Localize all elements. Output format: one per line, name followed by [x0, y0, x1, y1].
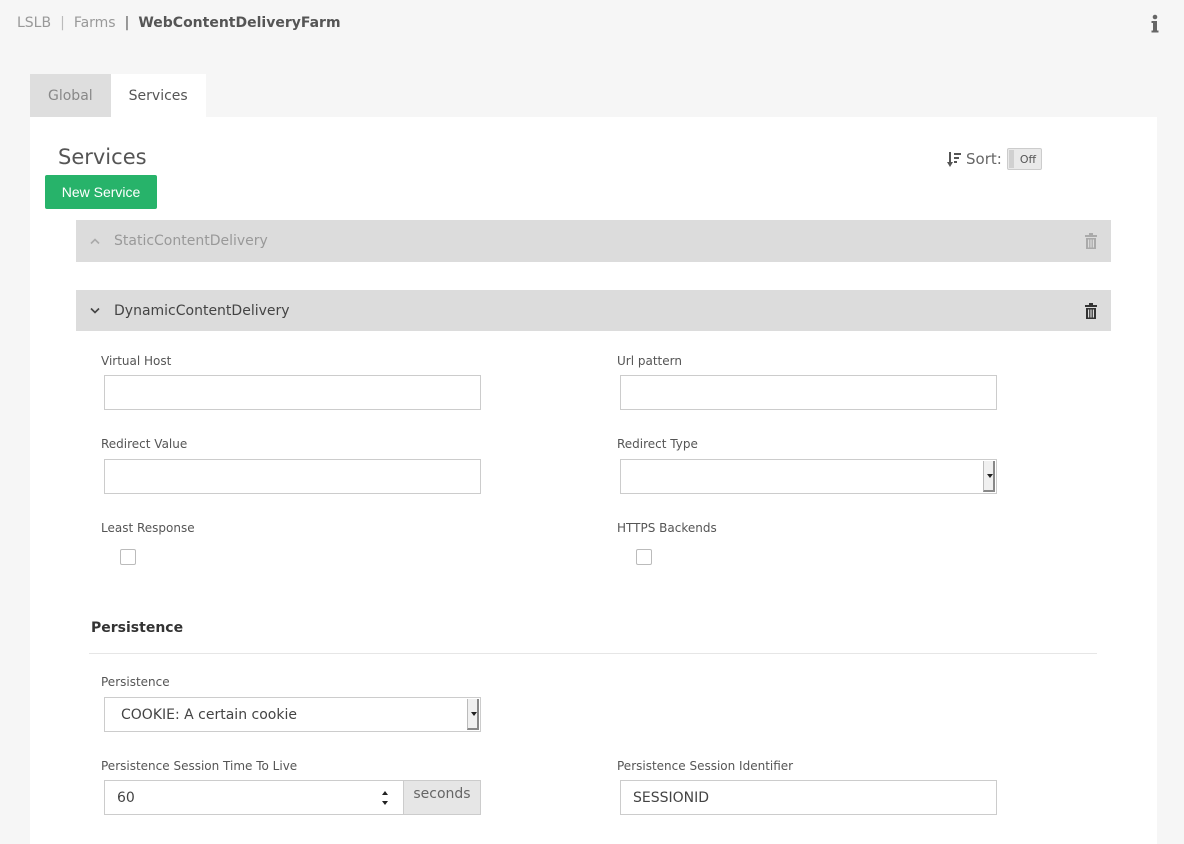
toggle-knob [1008, 150, 1014, 168]
redirect-type-label: Redirect Type [617, 437, 698, 451]
least-response-label: Least Response [101, 521, 195, 535]
persistence-value: COOKIE: A certain cookie [121, 706, 297, 723]
ttl-unit-addon: seconds [404, 780, 481, 815]
spinner-icon[interactable] [381, 789, 389, 807]
sort-icon [947, 151, 961, 167]
ttl-input[interactable]: 60 [104, 780, 404, 815]
new-service-button[interactable]: New Service [45, 175, 157, 209]
service-name: DynamicContentDelivery [114, 302, 290, 319]
ttl-value: 60 [117, 789, 135, 806]
persistence-select[interactable]: COOKIE: A certain cookie [104, 697, 481, 732]
chevron-up-icon[interactable] [90, 238, 100, 245]
breadcrumb-item-lslb[interactable]: LSLB [17, 15, 51, 31]
tab-services[interactable]: Services [110, 74, 206, 117]
url-pattern-input[interactable] [620, 375, 997, 410]
session-id-label: Persistence Session Identifier [617, 759, 794, 773]
page-title: Services [58, 145, 147, 169]
redirect-value-input[interactable] [104, 459, 481, 494]
virtual-host-input[interactable] [104, 375, 481, 410]
https-backends-checkbox[interactable] [636, 549, 652, 565]
redirect-value-label: Redirect Value [101, 437, 188, 451]
breadcrumb-separator: | [60, 15, 65, 31]
services-panel: Services Sort: Off New Service StaticCon… [30, 117, 1157, 844]
url-pattern-label: Url pattern [617, 354, 682, 368]
least-response-checkbox[interactable] [120, 549, 136, 565]
persistence-section-title: Persistence [91, 620, 184, 636]
https-backends-label: HTTPS Backends [617, 521, 717, 535]
service-name: StaticContentDelivery [114, 233, 268, 249]
select-arrow-icon [983, 461, 995, 492]
virtual-host-label: Virtual Host [101, 354, 172, 368]
chevron-down-icon[interactable] [90, 307, 100, 314]
breadcrumb-current: WebContentDeliveryFarm [138, 15, 341, 31]
breadcrumb: LSLB | Farms | WebContentDeliveryFarm [17, 15, 341, 31]
sort-toggle[interactable]: Off [1006, 148, 1042, 170]
sort-toggle-label: Off [1019, 153, 1037, 166]
section-divider [89, 653, 1097, 654]
trash-icon[interactable] [1085, 302, 1097, 319]
ttl-label: Persistence Session Time To Live [101, 759, 298, 773]
service-row-static[interactable]: StaticContentDelivery [76, 220, 1111, 262]
persistence-label: Persistence [101, 675, 170, 689]
sort-control: Sort: Off [947, 148, 1042, 170]
info-icon[interactable] [1150, 14, 1160, 34]
session-id-input[interactable]: SESSIONID [620, 780, 997, 815]
breadcrumb-separator: | [124, 15, 130, 31]
select-arrow-icon [467, 699, 479, 730]
breadcrumb-item-farms[interactable]: Farms [74, 15, 116, 31]
service-row-dynamic[interactable]: DynamicContentDelivery [76, 290, 1111, 331]
redirect-type-select[interactable] [620, 459, 997, 494]
tab-global[interactable]: Global [30, 74, 111, 117]
tab-bar: Global Services [30, 74, 206, 117]
trash-icon[interactable] [1085, 233, 1097, 249]
sort-label: Sort: [966, 150, 1002, 168]
ttl-input-group: 60 seconds [104, 780, 481, 815]
